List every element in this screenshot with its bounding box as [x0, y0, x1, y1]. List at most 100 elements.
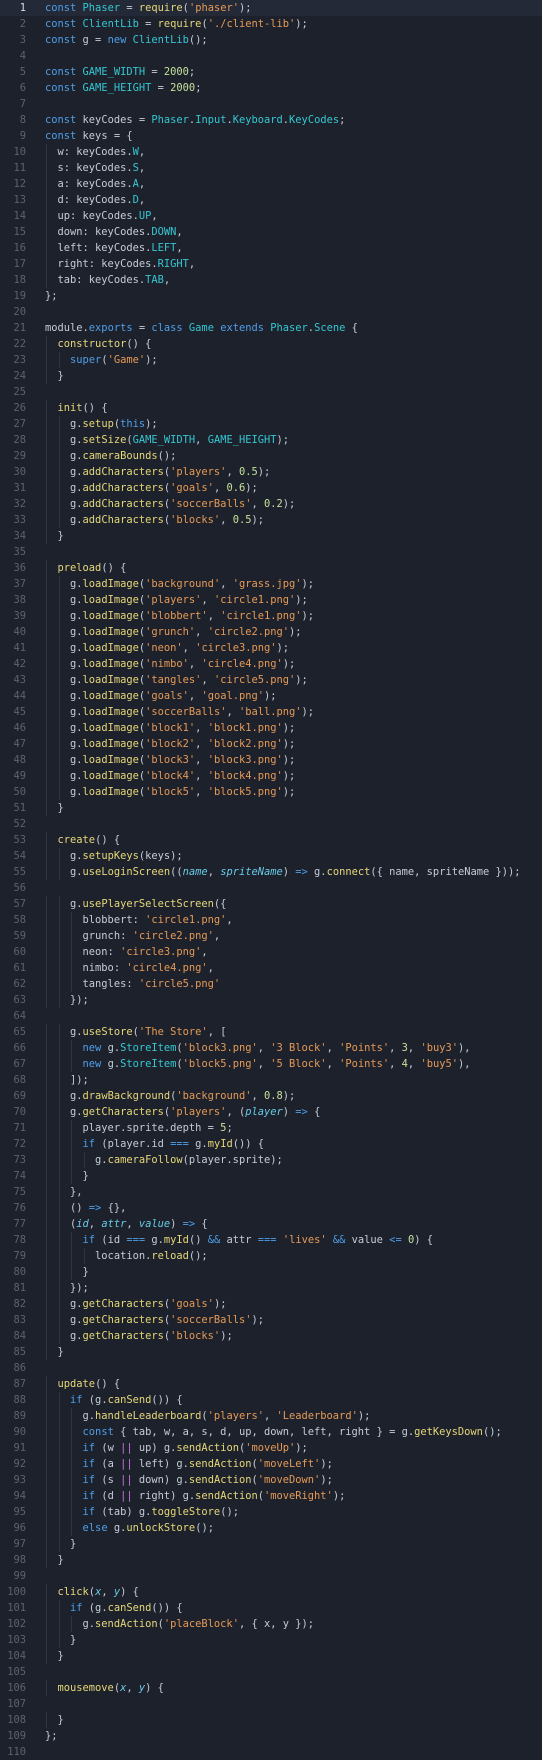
code-line[interactable]: 80 } — [0, 1264, 542, 1280]
code-line[interactable]: 71 player.sprite.depth = 5; — [0, 1120, 542, 1136]
code-line[interactable]: 49 g.loadImage('block4', 'block4.png'); — [0, 768, 542, 784]
code-line[interactable]: 64 — [0, 1008, 542, 1024]
code-line[interactable]: 15 down: keyCodes.DOWN, — [0, 224, 542, 240]
code-line[interactable]: 104 } — [0, 1648, 542, 1664]
code-line[interactable]: 75 }, — [0, 1184, 542, 1200]
code-line[interactable]: 41 g.loadImage('neon', 'circle3.png'); — [0, 640, 542, 656]
code-line[interactable]: 95 if (tab) g.toggleStore(); — [0, 1504, 542, 1520]
code-line[interactable]: 79 location.reload(); — [0, 1248, 542, 1264]
code-line[interactable]: 69 g.drawBackground('background', 0.8); — [0, 1088, 542, 1104]
code-line[interactable]: 25 — [0, 384, 542, 400]
code-line[interactable]: 83 g.getCharacters('soccerBalls'); — [0, 1312, 542, 1328]
code-line[interactable]: 48 g.loadImage('block3', 'block3.png'); — [0, 752, 542, 768]
code-line[interactable]: 82 g.getCharacters('goals'); — [0, 1296, 542, 1312]
code-line[interactable]: 78 if (id === g.myId() && attr === 'live… — [0, 1232, 542, 1248]
code-line[interactable]: 59 grunch: 'circle2.png', — [0, 928, 542, 944]
code-line[interactable]: 63 }); — [0, 992, 542, 1008]
code-line[interactable]: 94 if (d || right) g.sendAction('moveRig… — [0, 1488, 542, 1504]
code-line[interactable]: 110 — [0, 1744, 542, 1760]
code-line[interactable]: 101 if (g.canSend()) { — [0, 1600, 542, 1616]
code-line[interactable]: 50 g.loadImage('block5', 'block5.png'); — [0, 784, 542, 800]
code-line[interactable]: 53 create() { — [0, 832, 542, 848]
code-line[interactable]: 72 if (player.id === g.myId()) { — [0, 1136, 542, 1152]
code-line[interactable]: 18 tab: keyCodes.TAB, — [0, 272, 542, 288]
code-line[interactable]: 81 }); — [0, 1280, 542, 1296]
code-line[interactable]: 21 module.exports = class Game extends Ph… — [0, 320, 542, 336]
code-line[interactable]: 76 () => {}, — [0, 1200, 542, 1216]
code-line[interactable]: 33 g.addCharacters('blocks', 0.5); — [0, 512, 542, 528]
code-line[interactable]: 47 g.loadImage('block2', 'block2.png'); — [0, 736, 542, 752]
code-line[interactable]: 88 if (g.canSend()) { — [0, 1392, 542, 1408]
code-line[interactable]: 70 g.getCharacters('players', (player) =… — [0, 1104, 542, 1120]
code-line[interactable]: 89 g.handleLeaderboard('players', 'Leade… — [0, 1408, 542, 1424]
code-line[interactable]: 1 const Phaser = require('phaser'); — [0, 0, 542, 16]
code-line[interactable]: 7 — [0, 96, 542, 112]
code-line[interactable]: 30 g.addCharacters('players', 0.5); — [0, 464, 542, 480]
code-line[interactable]: 87 update() { — [0, 1376, 542, 1392]
code-line[interactable]: 68 ]); — [0, 1072, 542, 1088]
code-line[interactable]: 27 g.setup(this); — [0, 416, 542, 432]
code-line[interactable]: 62 tangles: 'circle5.png' — [0, 976, 542, 992]
code-line[interactable]: 5 const GAME_WIDTH = 2000; — [0, 64, 542, 80]
code-line[interactable]: 46 g.loadImage('block1', 'block1.png'); — [0, 720, 542, 736]
code-line[interactable]: 2 const ClientLib = require('./client-lib… — [0, 16, 542, 32]
code-line[interactable]: 103 } — [0, 1632, 542, 1648]
code-line[interactable]: 45 g.loadImage('soccerBalls', 'ball.png'… — [0, 704, 542, 720]
code-line[interactable]: 84 g.getCharacters('blocks'); — [0, 1328, 542, 1344]
code-line[interactable]: 61 nimbo: 'circle4.png', — [0, 960, 542, 976]
code-line[interactable]: 97 } — [0, 1536, 542, 1552]
code-line[interactable]: 91 if (w || up) g.sendAction('moveUp'); — [0, 1440, 542, 1456]
code-line[interactable]: 22 constructor() { — [0, 336, 542, 352]
code-line[interactable]: 107 — [0, 1696, 542, 1712]
code-editor[interactable]: 1 const Phaser = require('phaser'); 2 const… — [0, 0, 542, 1760]
code-line[interactable]: 29 g.cameraBounds(); — [0, 448, 542, 464]
code-line[interactable]: 38 g.loadImage('players', 'circle1.png')… — [0, 592, 542, 608]
code-line[interactable]: 20 — [0, 304, 542, 320]
code-line[interactable]: 37 g.loadImage('background', 'grass.jpg'… — [0, 576, 542, 592]
code-line[interactable]: 14 up: keyCodes.UP, — [0, 208, 542, 224]
code-line[interactable]: 77 (id, attr, value) => { — [0, 1216, 542, 1232]
code-line[interactable]: 54 g.setupKeys(keys); — [0, 848, 542, 864]
code-line[interactable]: 98 } — [0, 1552, 542, 1568]
code-line[interactable]: 35 — [0, 544, 542, 560]
code-line[interactable]: 19}; — [0, 288, 542, 304]
code-line[interactable]: 26 init() { — [0, 400, 542, 416]
code-line[interactable]: 36 preload() { — [0, 560, 542, 576]
code-line[interactable]: 9 const keys = { — [0, 128, 542, 144]
code-line[interactable]: 13 d: keyCodes.D, — [0, 192, 542, 208]
code-line[interactable]: 34 } — [0, 528, 542, 544]
code-line[interactable]: 16 left: keyCodes.LEFT, — [0, 240, 542, 256]
code-line[interactable]: 73 g.cameraFollow(player.sprite); — [0, 1152, 542, 1168]
code-line[interactable]: 43 g.loadImage('tangles', 'circle5.png')… — [0, 672, 542, 688]
code-line[interactable]: 31 g.addCharacters('goals', 0.6); — [0, 480, 542, 496]
code-line[interactable]: 44 g.loadImage('goals', 'goal.png'); — [0, 688, 542, 704]
code-line[interactable]: 65 g.useStore('The Store', [ — [0, 1024, 542, 1040]
code-line[interactable]: 24 } — [0, 368, 542, 384]
code-line[interactable]: 108 } — [0, 1712, 542, 1728]
code-line[interactable]: 90 const { tab, w, a, s, d, up, down, le… — [0, 1424, 542, 1440]
code-line[interactable]: 102 g.sendAction('placeBlock', { x, y })… — [0, 1616, 542, 1632]
code-line[interactable]: 42 g.loadImage('nimbo', 'circle4.png'); — [0, 656, 542, 672]
code-line[interactable]: 23 super('Game'); — [0, 352, 542, 368]
code-line[interactable]: 11 s: keyCodes.S, — [0, 160, 542, 176]
code-line[interactable]: 100 click(x, y) { — [0, 1584, 542, 1600]
code-line[interactable]: 51 } — [0, 800, 542, 816]
code-line[interactable]: 40 g.loadImage('grunch', 'circle2.png'); — [0, 624, 542, 640]
code-line[interactable]: 92 if (a || left) g.sendAction('moveLeft… — [0, 1456, 542, 1472]
code-line[interactable]: 86 — [0, 1360, 542, 1376]
code-line[interactable]: 66 new g.StoreItem('block3.png', '3 Bloc… — [0, 1040, 542, 1056]
code-line[interactable]: 10 w: keyCodes.W, — [0, 144, 542, 160]
code-line[interactable]: 17 right: keyCodes.RIGHT, — [0, 256, 542, 272]
code-line[interactable]: 3 const g = new ClientLib(); — [0, 32, 542, 48]
code-line[interactable]: 99 — [0, 1568, 542, 1584]
code-line[interactable]: 6 const GAME_HEIGHT = 2000; — [0, 80, 542, 96]
code-line[interactable]: 93 if (s || down) g.sendAction('moveDown… — [0, 1472, 542, 1488]
code-line[interactable]: 58 blobbert: 'circle1.png', — [0, 912, 542, 928]
code-line[interactable]: 106 mousemove(x, y) { — [0, 1680, 542, 1696]
code-line[interactable]: 105 — [0, 1664, 542, 1680]
code-line[interactable]: 4 — [0, 48, 542, 64]
code-line[interactable]: 8 const keyCodes = Phaser.Input.Keyboard.… — [0, 112, 542, 128]
code-line[interactable]: 60 neon: 'circle3.png', — [0, 944, 542, 960]
code-line[interactable]: 12 a: keyCodes.A, — [0, 176, 542, 192]
code-line[interactable]: 74 } — [0, 1168, 542, 1184]
